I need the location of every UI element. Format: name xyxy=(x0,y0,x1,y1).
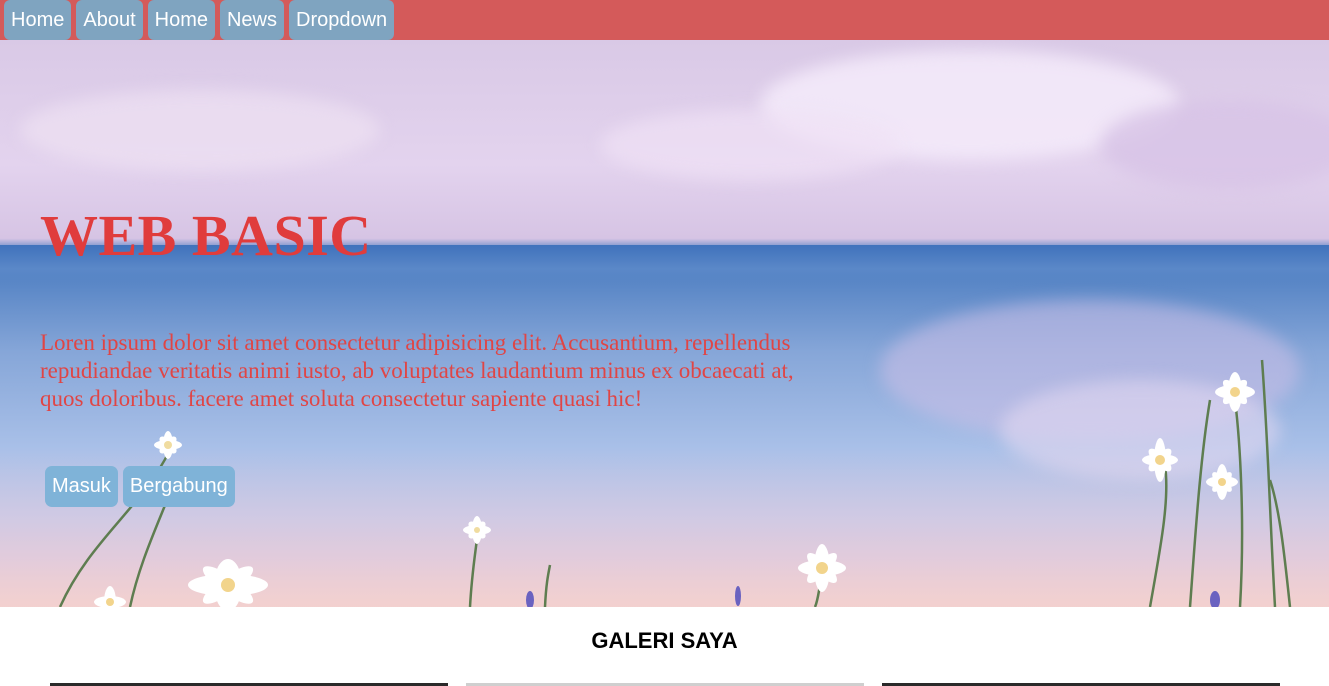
nav-about[interactable]: About xyxy=(76,0,143,40)
join-button[interactable]: Bergabung xyxy=(122,466,235,507)
top-navbar: Home About Home News Dropdown xyxy=(0,0,1329,40)
hero-title: WEB BASIC xyxy=(40,203,372,268)
nav-news[interactable]: News xyxy=(219,0,284,40)
gallery-title: GALERI SAYA xyxy=(591,628,738,653)
nav-home-2[interactable]: Home xyxy=(147,0,215,40)
nav-dropdown[interactable]: Dropdown xyxy=(289,0,395,40)
hero-description: Loren ipsum dolor sit amet consectetur a… xyxy=(40,330,794,411)
flowers-decoration xyxy=(58,359,1292,607)
hero-section: WEB BASIC Loren ipsum dolor sit amet con… xyxy=(0,40,1329,607)
login-button[interactable]: Masuk xyxy=(45,466,118,507)
hero-button-group: Masuk Bergabung xyxy=(45,466,235,507)
nav-home[interactable]: Home xyxy=(4,0,72,40)
